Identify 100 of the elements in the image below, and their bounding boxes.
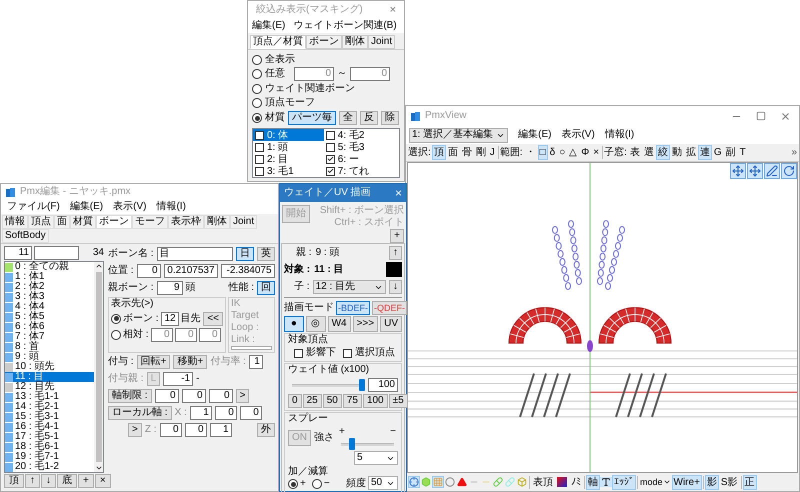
radio-button[interactable] <box>111 314 121 324</box>
toolbar-button[interactable]: 絞 <box>656 145 670 160</box>
list-button[interactable]: 底 <box>57 474 77 488</box>
tool-button[interactable]: >>> <box>352 316 378 332</box>
number-field[interactable]: 0 <box>160 423 182 437</box>
plus-button[interactable]: + <box>390 229 404 243</box>
number-field[interactable]: 0 <box>154 389 179 403</box>
text-style-icon[interactable] <box>600 477 612 487</box>
toolbar-button[interactable]: ○ <box>557 145 568 160</box>
checkbox[interactable] <box>326 130 335 140</box>
bone-list-item[interactable]: 9 : 頭 <box>5 352 94 362</box>
toolbar-button[interactable]: Φ <box>579 145 592 160</box>
toolbar-button[interactable]: 拡 <box>684 145 698 160</box>
scrollbar[interactable] <box>94 262 103 472</box>
number-field[interactable]: 0.2107537 <box>164 264 218 278</box>
list-button[interactable]: ↓ <box>41 474 56 488</box>
language-button[interactable]: 英 <box>257 247 275 261</box>
tab[interactable]: Joint <box>230 215 258 229</box>
material-filter-button[interactable]: パーツ毎 <box>288 111 336 125</box>
step-button[interactable]: ±5 <box>388 394 408 408</box>
menu-item[interactable]: 編集(E) <box>252 20 286 32</box>
toolbar-button[interactable]: S影 <box>718 474 740 490</box>
radio-button[interactable] <box>312 479 322 489</box>
bone-list-item[interactable]: 14 : 毛2-1 <box>5 402 94 412</box>
radio-button[interactable] <box>288 479 298 489</box>
number-field[interactable]: 0 <box>294 67 334 81</box>
gizmo-button[interactable] <box>747 163 763 179</box>
material-filter-button[interactable]: 全 <box>339 111 357 125</box>
menu-item[interactable]: 表示(V) <box>113 201 146 213</box>
bone-list-item[interactable]: 6 : 体6 <box>5 322 94 332</box>
color-swatch[interactable] <box>386 262 402 277</box>
toolbar-button[interactable]: 表 <box>628 145 642 160</box>
grant-button[interactable]: 回転+ <box>136 355 170 369</box>
radio-button[interactable] <box>252 98 262 108</box>
external-button[interactable]: 外 <box>257 423 275 437</box>
gizmo-button[interactable] <box>730 163 746 179</box>
menu-item[interactable]: ウェイトボーン関連(B) <box>293 20 397 32</box>
tab[interactable]: ボーン <box>306 35 342 49</box>
tab[interactable]: 材質 <box>70 215 96 229</box>
slider-thumb[interactable] <box>359 379 365 391</box>
frequency-select[interactable]: 50 <box>368 476 398 490</box>
tool-button[interactable]: ● <box>284 316 304 332</box>
number-field[interactable]: 0 <box>198 328 221 342</box>
number-field[interactable]: 0 <box>208 389 233 403</box>
preset-button[interactable]: 0 <box>288 394 302 408</box>
tool-button[interactable]: ◎ <box>306 316 326 332</box>
number-field[interactable]: 0 <box>350 67 390 81</box>
gradient-swatch-icon[interactable] <box>557 477 567 487</box>
bone-list-item[interactable]: 4 : 体4 <box>5 302 94 312</box>
close-button[interactable]: × <box>394 187 402 199</box>
preset-button[interactable]: 50 <box>322 394 342 408</box>
menu-item[interactable]: 編集(E) <box>70 201 104 213</box>
tool-button[interactable]: W4 <box>328 316 351 332</box>
toolbar-button[interactable]: 表頂 <box>531 474 555 490</box>
preset-button[interactable]: 100 <box>362 394 388 408</box>
arrow-button[interactable]: > <box>236 389 250 403</box>
checkbox[interactable] <box>326 166 335 176</box>
display-toggle-button[interactable] <box>456 476 468 488</box>
toolbar-button[interactable]: J <box>488 145 497 160</box>
list-button[interactable]: + <box>78 474 94 488</box>
draw-mode-button[interactable]: -BDEF- <box>336 300 370 314</box>
up-button[interactable]: ↑ <box>389 246 402 260</box>
toolbar-button[interactable]: 面 <box>446 145 460 160</box>
bone-list-item[interactable]: 5 : 体5 <box>5 312 94 322</box>
bone-list-item[interactable]: 16 : 毛4-1 <box>5 422 94 432</box>
toolbar-button[interactable]: △ <box>567 145 580 160</box>
number-field[interactable]: 0 <box>174 328 197 342</box>
arrow-button[interactable]: << <box>203 312 223 326</box>
toolbar-button[interactable]: 副 <box>724 145 738 160</box>
slider-track[interactable] <box>289 379 365 391</box>
toolbar-button[interactable]: × <box>591 145 602 160</box>
display-toggle-button[interactable] <box>516 476 528 488</box>
checkbox[interactable] <box>326 142 335 152</box>
checkbox[interactable] <box>255 166 264 176</box>
strength-select[interactable]: 5 <box>354 451 398 465</box>
toolbar-button[interactable]: 動 <box>670 145 684 160</box>
axis-limit-button[interactable]: 軸制限 : <box>108 389 152 403</box>
display-toggle-button[interactable] <box>432 476 444 488</box>
number-field[interactable]: 0 <box>240 406 262 420</box>
bone-list-item[interactable]: 15 : 毛3-1 <box>5 412 94 422</box>
radio-button[interactable] <box>252 113 262 123</box>
text-field[interactable]: 目 <box>156 247 233 261</box>
menu-item[interactable]: 表示(V) <box>561 129 595 141</box>
bone-list-item[interactable]: 1 : 体1 <box>5 272 94 282</box>
tab[interactable]: ボーン <box>96 215 132 229</box>
preset-button[interactable]: 25 <box>302 394 322 408</box>
toolbar-button[interactable]: G <box>712 145 724 160</box>
display-toggle-button[interactable] <box>444 476 456 488</box>
toolbar-button[interactable]: □ <box>538 145 548 160</box>
material-item[interactable]: 6: ー <box>338 154 359 164</box>
list-button[interactable]: 頂 <box>4 474 24 488</box>
mode-select[interactable]: 1: 選択／基本編集 <box>409 128 508 142</box>
toolbar-button[interactable]: 頂 <box>432 145 446 160</box>
material-item[interactable]: 3: 毛1 <box>267 166 294 176</box>
menu-item[interactable]: 編集(E) <box>518 129 552 141</box>
display-toggle-button[interactable] <box>492 476 504 488</box>
display-toggle-button[interactable] <box>408 476 420 488</box>
toolbar-button[interactable]: 骨 <box>460 145 474 160</box>
toolbar-button[interactable]: δ <box>548 145 558 160</box>
bone-list-item[interactable]: 20 : 毛1-2 <box>5 462 94 472</box>
